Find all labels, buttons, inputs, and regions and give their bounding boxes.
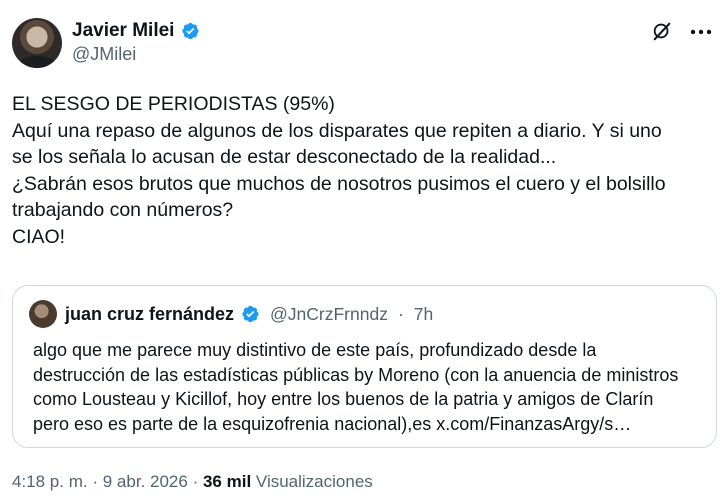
quoted-line: algo que me parece muy distintivo de est… — [33, 340, 597, 360]
quoted-line: destrucción de las estadísticas públicas… — [33, 364, 679, 385]
more-icon[interactable] — [687, 18, 715, 46]
meta-separator: · — [192, 472, 199, 491]
grok-logo-icon[interactable] — [651, 20, 673, 42]
tweet-line: se los señala lo acusan de estar descone… — [12, 146, 557, 168]
tweet-line: EL SESGO DE PERIODISTAS (95%) — [12, 93, 335, 115]
quoted-tweet-header: juan cruz fernández @JnCrzFrnndz · 7h — [29, 300, 433, 328]
quoted-author-name: juan cruz fernández — [65, 303, 235, 324]
quoted-tweet-text: algo que me parece muy distintivo de est… — [33, 338, 706, 436]
verified-badge-icon — [182, 22, 199, 40]
tweet-meta: 4:18 p. m. · 9 abr. 2026 · 36 mil Visual… — [12, 472, 373, 492]
quoted-author-avatar — [29, 300, 57, 328]
tweet-header: Javier Milei @JMilei — [12, 18, 715, 70]
quoted-time: 7h — [413, 303, 434, 324]
views-label[interactable]: Visualizaciones — [256, 472, 373, 491]
quoted-separator: · — [397, 303, 404, 324]
verified-badge-icon — [242, 305, 259, 323]
author-name[interactable]: Javier Milei — [72, 20, 174, 42]
tweet-text: EL SESGO DE PERIODISTAS (95%) Aquí una r… — [12, 91, 717, 250]
author-avatar[interactable] — [12, 18, 62, 68]
tweet-line: CIAO! — [12, 225, 66, 248]
quoted-author-handle: @JnCrzFrnndz — [270, 303, 388, 324]
tweet-line: Aquí una repaso de algunos de los dispar… — [12, 119, 662, 142]
quoted-tweet[interactable]: juan cruz fernández @JnCrzFrnndz · 7h al… — [12, 285, 717, 448]
tweet-line: trabajando con números? — [12, 199, 234, 221]
tweet-date[interactable]: 9 abr. 2026 — [103, 472, 188, 491]
meta-separator: · — [92, 472, 99, 491]
author-handle[interactable]: @JMilei — [72, 44, 200, 65]
tweet-line: ¿Sabrán esos brutos que muchos de nosotr… — [12, 172, 666, 195]
author-info: Javier Milei @JMilei — [72, 20, 200, 65]
author-name-row: Javier Milei — [72, 20, 200, 42]
quoted-line: pero eso es parte de la esquizofrenia na… — [33, 413, 632, 434]
tweet-time[interactable]: 4:18 p. m. — [12, 472, 88, 491]
quoted-line: como Lousteau y Kicillof, hoy entre los … — [33, 389, 654, 409]
views-count[interactable]: 36 mil — [203, 472, 251, 491]
